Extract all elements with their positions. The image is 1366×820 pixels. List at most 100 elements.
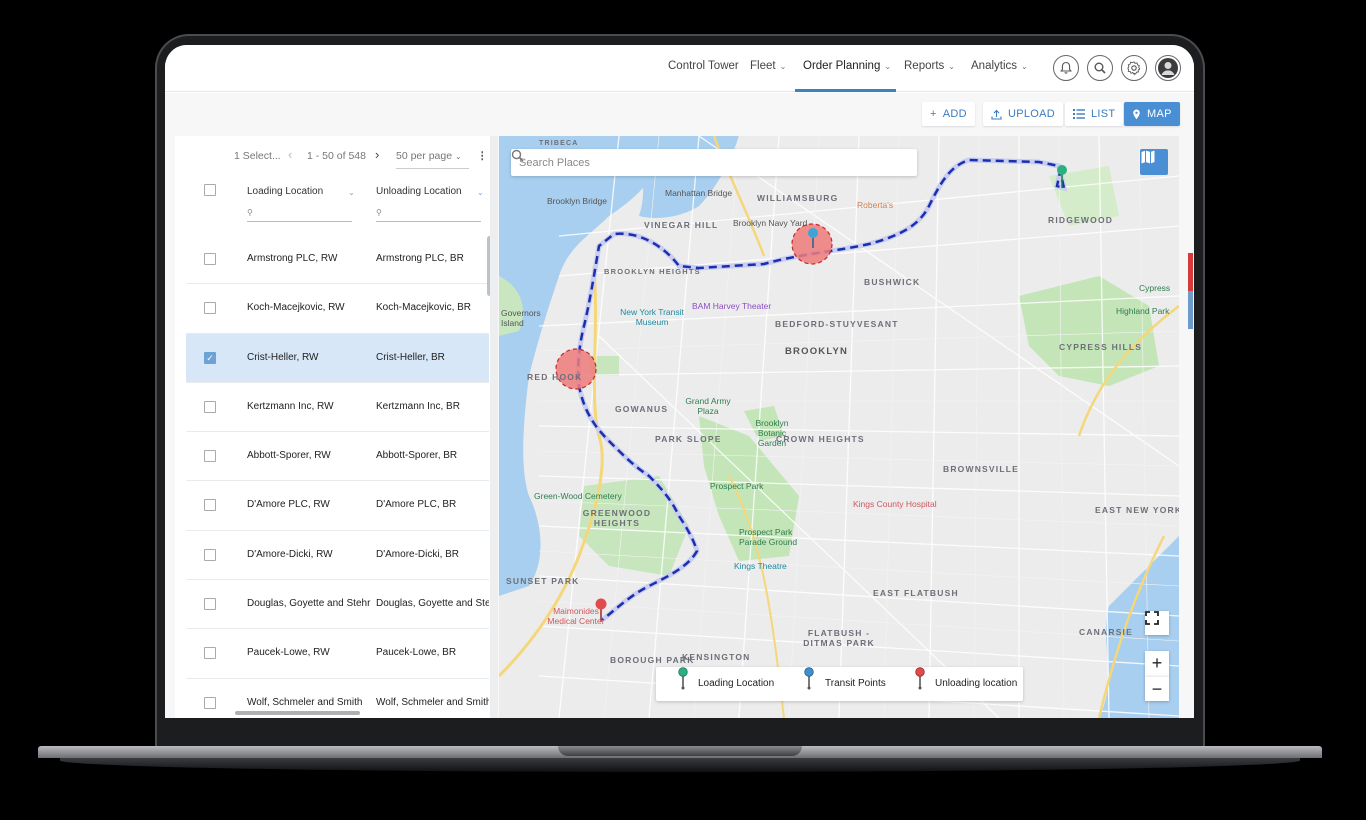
- unloading-zone-circle: [555, 348, 597, 390]
- per-page-select[interactable]: 50 per page ⌄: [396, 150, 469, 169]
- more-options-icon[interactable]: ⋮: [477, 150, 488, 162]
- unloading-location-cell: Douglas, Goyette and Stehr: [376, 598, 489, 610]
- map-type-button[interactable]: [1140, 149, 1168, 175]
- poi-label: Governors Island: [501, 308, 541, 328]
- nav-analytics[interactable]: Analytics ⌄: [971, 60, 1028, 72]
- zoom-out-button[interactable]: −: [1145, 676, 1169, 701]
- plus-icon: +: [1151, 653, 1163, 673]
- table-row[interactable]: Armstrong PLC, RW Armstrong PLC, BR: [186, 235, 489, 285]
- row-checkbox[interactable]: [204, 647, 216, 660]
- unloading-location-cell: Paucek-Lowe, BR: [376, 647, 457, 659]
- add-button[interactable]: + ADD: [922, 102, 975, 126]
- poi-label: Green-Wood Cemetery: [534, 491, 622, 501]
- poi-label: Brooklyn Bridge: [547, 196, 608, 206]
- upload-button[interactable]: UPLOAD: [983, 102, 1064, 126]
- unloading-filter-input[interactable]: ⚲: [376, 208, 481, 222]
- map-label: WILLIAMSBURG: [757, 193, 839, 203]
- minus-icon: −: [1151, 678, 1163, 699]
- loading-pin-icon: [678, 667, 688, 690]
- notifications-button[interactable]: [1053, 55, 1079, 81]
- page-range: 1 - 50 of 548: [307, 150, 366, 162]
- poi-label: Prospect Park Parade Ground: [739, 527, 798, 547]
- row-checkbox[interactable]: [204, 450, 216, 463]
- row-checkbox[interactable]: ✓: [204, 351, 216, 364]
- map-label: FLATBUSH - DITMAS PARK: [803, 628, 875, 648]
- horizontal-scrollbar[interactable]: [235, 711, 360, 715]
- panel-divider[interactable]: [490, 136, 498, 718]
- row-checkbox[interactable]: [204, 696, 216, 709]
- list-view-button[interactable]: LIST: [1065, 102, 1124, 126]
- table-row[interactable]: ✓ Crist-Heller, RW Crist-Heller, BR: [186, 333, 489, 383]
- legend-label: Transit Points: [825, 678, 886, 689]
- row-checkbox[interactable]: [204, 302, 216, 315]
- poi-label: Grand Army Plaza: [685, 396, 731, 416]
- row-checkbox[interactable]: [204, 253, 216, 265]
- laptop-hinge-notch: [558, 746, 802, 756]
- order-list-panel: 1 Select... ‹ 1 - 50 of 548 › 50 per pag…: [175, 136, 496, 718]
- loading-filter-input[interactable]: ⚲: [247, 208, 352, 222]
- loading-location-cell: Abbott-Sporer, RW: [247, 450, 331, 462]
- loading-location-cell: Koch-Macejkovic, RW: [247, 302, 345, 314]
- chevron-down-icon: ⌄: [884, 62, 892, 71]
- top-navigation: Control Tower Fleet ⌄ Order Planning ⌄ Rep…: [165, 45, 1194, 92]
- map-label: BROOKLYN HEIGHTS: [604, 267, 701, 276]
- unloading-location-cell: Armstrong PLC, BR: [376, 253, 464, 264]
- app-screen: Control Tower Fleet ⌄ Order Planning ⌄ Rep…: [165, 45, 1194, 718]
- row-checkbox[interactable]: [204, 400, 216, 413]
- table-row[interactable]: D'Amore-Dicki, RW D'Amore-Dicki, BR: [186, 531, 489, 581]
- settings-button[interactable]: [1121, 55, 1147, 81]
- unloading-location-cell: Koch-Macejkovic, BR: [376, 302, 472, 314]
- fullscreen-button[interactable]: [1145, 611, 1169, 635]
- search-icon: ⚲: [247, 208, 253, 217]
- map-label: BEDFORD-STUYVESANT: [775, 319, 899, 329]
- row-checkbox[interactable]: [204, 548, 216, 561]
- table-row[interactable]: D'Amore PLC, RW D'Amore PLC, BR: [186, 481, 489, 531]
- loading-location-cell: Kertzmann Inc, RW: [247, 400, 334, 412]
- gear-icon: [1127, 61, 1141, 76]
- poi-label: Highland Park: [1116, 306, 1170, 316]
- loading-location-cell: D'Amore-Dicki, RW: [247, 548, 333, 560]
- table-row[interactable]: Kertzmann Inc, RW Kertzmann Inc, BR: [186, 383, 489, 433]
- table-row[interactable]: Koch-Macejkovic, RW Koch-Macejkovic, BR: [186, 284, 489, 334]
- row-checkbox[interactable]: [204, 499, 216, 512]
- next-page-button[interactable]: ›: [375, 147, 379, 162]
- order-rows: Armstrong PLC, RW Armstrong PLC, BR Koch-M…: [186, 235, 489, 718]
- loading-location-cell: Crist-Heller, RW: [247, 351, 319, 363]
- map-label: CANARSIE: [1079, 627, 1133, 637]
- map-view-button[interactable]: MAP: [1124, 102, 1180, 126]
- map-label: VINEGAR HILL: [644, 220, 719, 230]
- nav-order-planning[interactable]: Order Planning ⌄: [803, 60, 891, 72]
- column-header-unloading[interactable]: Unloading Location: [376, 186, 462, 197]
- nav-reports[interactable]: Reports ⌄: [904, 60, 955, 72]
- table-row[interactable]: Abbott-Sporer, RW Abbott-Sporer, BR: [186, 432, 489, 482]
- global-search-button[interactable]: [1087, 55, 1113, 81]
- chevron-down-icon[interactable]: ⌄: [477, 188, 484, 197]
- route-map[interactable]: TRIBECA WILLIAMSBURG VINEGAR HILL BROOKL…: [499, 136, 1179, 718]
- select-all-checkbox[interactable]: [204, 184, 216, 196]
- table-row[interactable]: Paucek-Lowe, RW Paucek-Lowe, BR: [186, 629, 489, 679]
- loading-location-cell: D'Amore PLC, RW: [247, 499, 330, 511]
- prev-page-button[interactable]: ‹: [288, 147, 292, 162]
- nav-fleet[interactable]: Fleet ⌄: [750, 60, 786, 72]
- unloading-location-cell: Kertzmann Inc, BR: [376, 400, 460, 412]
- poi-label: Kings Theatre: [734, 561, 787, 571]
- map-pin-icon: [1133, 109, 1140, 119]
- laptop-bottom-shadow: [60, 758, 1300, 772]
- chevron-down-icon[interactable]: ⌄: [348, 188, 355, 197]
- row-checkbox[interactable]: [204, 598, 216, 611]
- map-search-box[interactable]: [511, 149, 917, 176]
- search-places-input[interactable]: [519, 156, 879, 169]
- poi-label: New York Transit Museum: [620, 307, 684, 327]
- list-label: LIST: [1091, 108, 1116, 120]
- user-profile-button[interactable]: [1155, 55, 1181, 81]
- nav-control-tower[interactable]: Control Tower: [668, 60, 739, 72]
- column-header-loading[interactable]: Loading Location: [247, 186, 323, 197]
- chevron-down-icon: ⌄: [1021, 62, 1028, 71]
- table-row[interactable]: Douglas, Goyette and Stehr Douglas, Goyet…: [186, 580, 489, 630]
- upload-label: UPLOAD: [1008, 108, 1056, 120]
- zoom-in-button[interactable]: +: [1145, 651, 1169, 676]
- chevron-down-icon: ⌄: [779, 62, 787, 71]
- unloading-location-cell: D'Amore PLC, BR: [376, 499, 457, 511]
- user-avatar-icon: [1158, 58, 1178, 78]
- search-icon: [1094, 62, 1106, 74]
